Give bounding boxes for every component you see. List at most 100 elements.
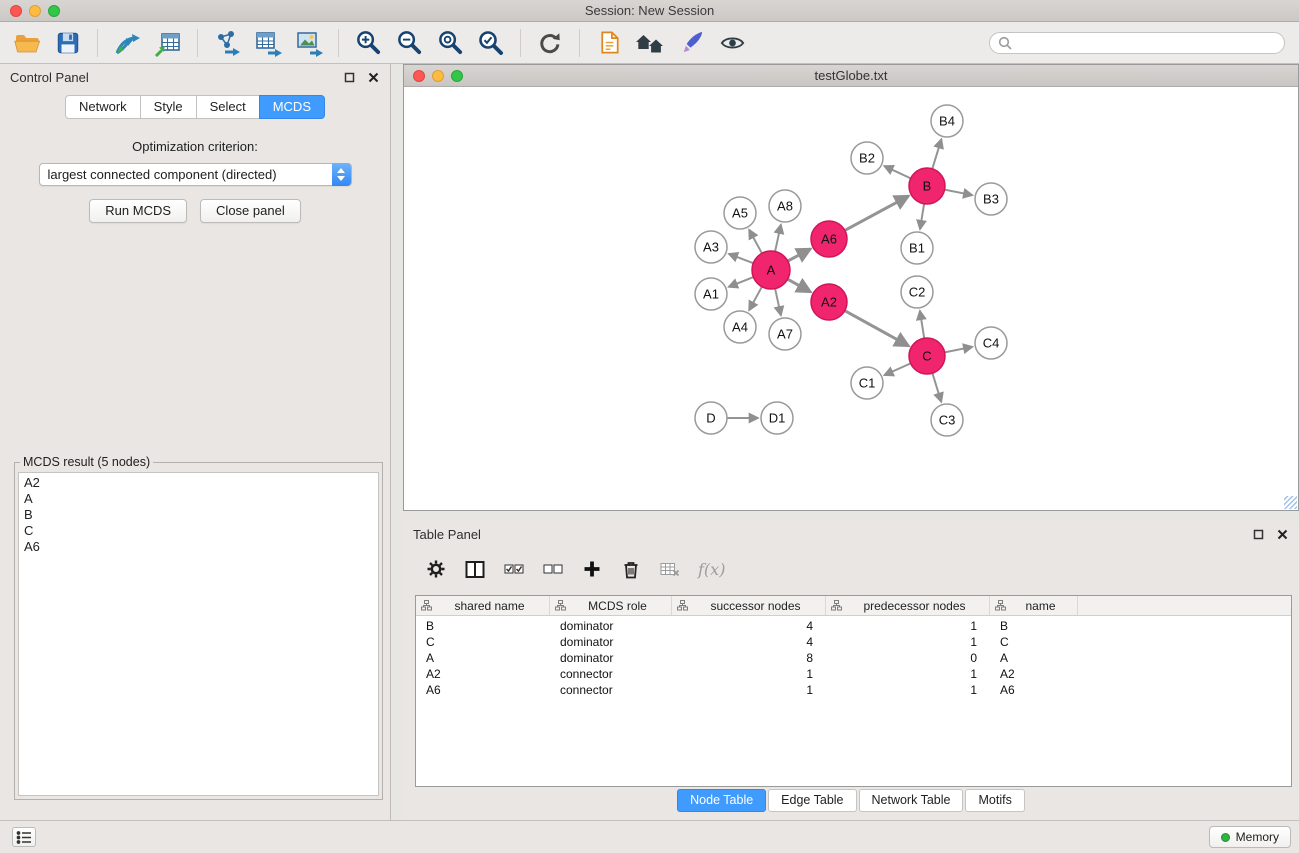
network-canvas[interactable]: A A2 A6 B C A1 A3 A4 A5 A7 A8 B1 B2 B3 B4 C1 C2 C3 C4 D D1 (404, 87, 1298, 510)
graph-node-B3[interactable]: B3 (975, 183, 1007, 215)
show-columns-button[interactable] (464, 558, 486, 580)
zoom-network-window-button[interactable] (451, 70, 463, 82)
graph-node-C[interactable]: C (909, 338, 945, 374)
graph-edge-A-A8[interactable] (775, 225, 781, 252)
graph-edge-C-C3[interactable] (932, 373, 941, 402)
tab-network[interactable]: Network (65, 95, 141, 119)
close-network-window-button[interactable] (413, 70, 425, 82)
column-header-predecessor-nodes[interactable]: predecessor nodes (826, 596, 990, 615)
graph-node-A7[interactable]: A7 (769, 318, 801, 350)
import-network-button[interactable] (110, 25, 144, 61)
result-item[interactable]: A6 (24, 539, 373, 555)
open-session-button[interactable] (10, 25, 44, 61)
graph-node-C4[interactable]: C4 (975, 327, 1007, 359)
graph-edge-C-C4[interactable] (945, 347, 973, 353)
refresh-layout-button[interactable] (533, 25, 567, 61)
graph-edge-C-C1[interactable] (884, 363, 910, 375)
tab-node-table[interactable]: Node Table (677, 789, 766, 812)
import-table-button[interactable] (151, 25, 185, 61)
graph-node-A[interactable]: A (752, 251, 790, 289)
style-brush-button[interactable] (674, 25, 708, 61)
graph-node-A3[interactable]: A3 (695, 231, 727, 263)
table-row[interactable]: A2connector11A2 (416, 666, 1291, 682)
close-panel-button-2[interactable]: Close panel (200, 199, 301, 223)
add-column-button[interactable] (581, 558, 603, 580)
tab-edge-table[interactable]: Edge Table (768, 789, 856, 812)
table-row[interactable]: A6connector11A6 (416, 682, 1291, 698)
delete-column-button[interactable] (620, 558, 642, 580)
graph-node-A1[interactable]: A1 (695, 278, 727, 310)
graph-node-B1[interactable]: B1 (901, 232, 933, 264)
graph-node-A4[interactable]: A4 (724, 311, 756, 343)
close-panel-button[interactable] (366, 70, 380, 84)
close-table-panel-button[interactable] (1275, 527, 1289, 541)
graph-node-B[interactable]: B (909, 168, 945, 204)
minimize-network-window-button[interactable] (432, 70, 444, 82)
tab-mcds[interactable]: MCDS (259, 95, 325, 119)
graph-node-A2[interactable]: A2 (811, 284, 847, 320)
graph-edge-A-A2[interactable] (788, 279, 811, 292)
graph-edge-B-B4[interactable] (932, 139, 941, 169)
graph-edge-A2-C[interactable] (845, 311, 909, 346)
result-item[interactable]: A (24, 491, 373, 507)
delete-table-button[interactable] (659, 558, 681, 580)
table-row[interactable]: Adominator80A (416, 650, 1291, 666)
result-item[interactable]: B (24, 507, 373, 523)
export-table-button[interactable] (251, 25, 285, 61)
graph-node-C1[interactable]: C1 (851, 367, 883, 399)
graph-edge-B-B1[interactable] (920, 204, 924, 229)
graph-node-D[interactable]: D (695, 402, 727, 434)
column-header-successor-nodes[interactable]: successor nodes (672, 596, 826, 615)
result-item[interactable]: C (24, 523, 373, 539)
graph-node-B2[interactable]: B2 (851, 142, 883, 174)
table-row[interactable]: Cdominator41C (416, 634, 1291, 650)
float-panel-button[interactable] (342, 70, 356, 84)
tab-style[interactable]: Style (140, 95, 197, 119)
run-mcds-button[interactable]: Run MCDS (89, 199, 187, 223)
graph-edge-B-B3[interactable] (945, 190, 973, 196)
graph-node-C2[interactable]: C2 (901, 276, 933, 308)
column-header-mcds-role[interactable]: MCDS role (550, 596, 672, 615)
show-hide-button[interactable] (715, 25, 749, 61)
function-builder-button[interactable]: f(x) (698, 560, 725, 579)
export-network-button[interactable] (210, 25, 244, 61)
column-header-name[interactable]: name (990, 596, 1078, 615)
zoom-out-button[interactable] (392, 25, 426, 61)
column-header-shared-name[interactable]: shared name (416, 596, 550, 615)
graph-node-D1[interactable]: D1 (761, 402, 793, 434)
zoom-in-button[interactable] (351, 25, 385, 61)
tab-select[interactable]: Select (196, 95, 260, 119)
table-row[interactable]: Bdominator41B (416, 618, 1291, 634)
graph-edge-A-A7[interactable] (775, 289, 781, 316)
graph-node-B4[interactable]: B4 (931, 105, 963, 137)
graph-node-A8[interactable]: A8 (769, 190, 801, 222)
search-input[interactable] (1017, 36, 1276, 50)
session-report-button[interactable] (592, 25, 626, 61)
graph-edge-A-A5[interactable] (749, 230, 762, 254)
zoom-fit-button[interactable] (433, 25, 467, 61)
zoom-selected-button[interactable] (474, 25, 508, 61)
graph-node-A5[interactable]: A5 (724, 197, 756, 229)
graph-edge-A6-B[interactable] (845, 196, 909, 230)
table-settings-button[interactable] (425, 558, 447, 580)
graph-edge-B-B2[interactable] (884, 166, 911, 178)
deselect-all-button[interactable] (542, 558, 564, 580)
tab-network-table[interactable]: Network Table (859, 789, 964, 812)
graph-edge-C-C2[interactable] (920, 311, 924, 338)
tab-motifs[interactable]: Motifs (965, 789, 1024, 812)
graph-edge-A-A4[interactable] (749, 287, 762, 311)
save-session-button[interactable] (51, 25, 85, 61)
graph-node-A6[interactable]: A6 (811, 221, 847, 257)
memory-button[interactable]: Memory (1209, 826, 1291, 848)
window-resize-grip[interactable] (1284, 496, 1297, 509)
home-button[interactable] (633, 25, 667, 61)
graph-node-C3[interactable]: C3 (931, 404, 963, 436)
export-image-button[interactable] (292, 25, 326, 61)
result-item[interactable]: A2 (24, 475, 373, 491)
select-all-button[interactable] (503, 558, 525, 580)
float-table-panel-button[interactable] (1251, 527, 1265, 541)
graph-edge-A-A1[interactable] (729, 277, 754, 287)
graph-edge-A-A6[interactable] (788, 249, 811, 261)
graph-edge-A-A3[interactable] (729, 254, 754, 263)
network-window-titlebar[interactable]: testGlobe.txt (404, 65, 1298, 87)
